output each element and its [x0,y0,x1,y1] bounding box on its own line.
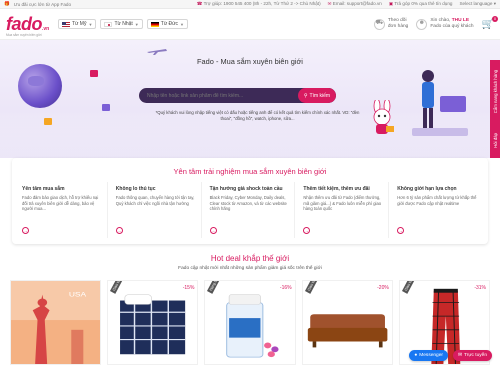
arrow-right-icon[interactable]: → [397,227,405,234]
hero-title: Fado - Mua sắm xuyên biên giới [197,57,303,66]
origin-select-de[interactable]: Từ Đức ▼ [146,19,188,29]
chevron-down-icon: ▼ [180,21,184,27]
experience-card[interactable]: Yên tâm mua sắm Fado đảm bảo giao dịch, … [18,182,108,238]
origin-select-jp[interactable]: Từ Nhật ▼ [100,19,143,29]
search-bar: ⚲ Tìm kiếm [139,88,336,103]
plaid-bedding-image [108,281,198,364]
shopper-illustration [412,70,468,136]
arrow-right-icon[interactable]: → [303,227,311,234]
jp-flag-icon [104,21,113,27]
vitamin-bottle-image [205,281,295,364]
search-input[interactable] [139,88,298,103]
hotdeal-subtitle: Fado cập nhật mới nhất những sản phẩm gi… [178,266,322,271]
side-tab-guide[interactable]: Cẩm nang khách hàng [493,70,498,113]
leather-sofa-image [302,281,392,364]
mail-icon: ✉ [327,1,332,6]
app-promo-link[interactable]: Ưu đãi cực lớn từ App Fado [14,2,71,7]
search-button[interactable]: ⚲ Tìm kiếm [298,88,336,103]
arrow-right-icon[interactable]: → [115,227,123,234]
side-help-tab: Cẩm nang khách hàng Hỏi đáp [490,60,500,158]
site-header: fado .vn Mua sắm xuyên biên giới Từ Mỹ ▼ … [0,9,500,40]
experience-card[interactable]: Thêm tiết kiệm, thêm ưu đãi Nhận thêm ưu… [299,182,390,238]
user-icon: ☻ [416,18,428,30]
live-chat-button[interactable]: ✉ Trực tuyến [452,350,492,361]
origin-select-us[interactable]: Từ Mỹ ▼ [58,19,97,29]
language-select[interactable]: Select language ▾ [459,1,496,7]
experience-card[interactable]: Không giới hạn lựa chọn Hơn 6 tỷ sản phẩ… [393,182,482,238]
bag-illustration [102,104,110,111]
messenger-icon: ● [414,353,418,358]
search-hint: *Quý khách vui lòng nhập tiếng việt có d… [155,110,360,122]
fado-logo[interactable]: fado .vn [6,14,58,35]
product-card[interactable]: Hàng từ Mỹ -16% [204,280,296,365]
hero-banner: Fado - Mua sắm xuyên biên giới ⚲ Tìm kiế… [0,40,500,158]
chat-icon: ✉ [457,353,462,358]
help-phone[interactable]: ☎ Trợ giúp: 1900 545 400 (8h - 22h, Từ T… [197,1,321,7]
usa-statue-image: USA [11,281,101,364]
product-card[interactable]: Giao từ 36h -15% [107,280,199,365]
cart-button[interactable]: 🛒 0 [482,15,498,30]
phone-icon: ☎ [196,1,203,6]
top-info-strip: 🎁 Ưu đãi cực lớn từ App Fado ☎ Trợ giúp:… [0,0,500,9]
discount-badge: -31% [474,285,487,291]
installment-link[interactable]: ▣ Trả góp 0% qua thẻ tín dụng [389,1,453,7]
truck-icon: ⛟ [373,18,385,30]
arrow-right-icon[interactable]: → [22,227,29,234]
experience-section: Yên tâm trải nghiệm mua sắm xuyên biên g… [12,158,488,244]
support-email[interactable]: ✉ Email: support@fado.vn [328,1,382,7]
account-menu[interactable]: ☻ Xin chào, THU LE Fado của quý khách [416,18,474,30]
experience-title: Yên tâm trải nghiệm mua sắm xuyên biên g… [173,167,327,176]
chevron-down-icon: ▼ [134,21,139,27]
chevron-down-icon: ▾ [493,1,496,6]
side-tab-faq[interactable]: Hỏi đáp [493,133,498,148]
discount-badge: -20% [377,285,389,291]
gift-icon: 🎁 [4,1,10,6]
airplane-icon [147,49,167,55]
product-overlay-text: USA [69,290,87,298]
messenger-button[interactable]: ● Messenger [409,350,448,361]
discount-badge: -15% [182,285,195,291]
bag-illustration [44,118,52,125]
fado-homepage: 🎁 Ưu đãi cực lớn từ App Fado ☎ Trợ giúp:… [0,0,500,365]
chevron-down-icon: ▼ [88,21,93,27]
search-icon: ⚲ [303,92,308,99]
bunny-mascot-illustration [373,100,394,134]
experience-card[interactable]: Tận hưởng giá shock toàn cầu Black Frida… [206,182,296,238]
product-card[interactable]: Giao từ 36h -20% [301,280,393,365]
de-flag-icon [150,21,159,27]
cart-count-badge: 0 [492,15,498,22]
globe-illustration [18,64,62,108]
us-flag-icon [62,21,70,27]
logo-tagline: Mua sắm xuyên biên giới [6,33,42,37]
discount-badge: -16% [279,285,292,291]
arrow-right-icon[interactable]: → [209,227,217,234]
product-card[interactable]: USA [10,280,102,365]
bag-illustration [90,70,98,77]
track-order-link[interactable]: ⛟ Theo dõi đơn hàng [373,18,408,30]
experience-card[interactable]: Không lo thủ tục Fado thông quan, chuyển… [112,182,202,238]
card-icon: ▣ [388,1,394,6]
hotdeal-title: Hot deal khắp thế giới [210,254,290,263]
